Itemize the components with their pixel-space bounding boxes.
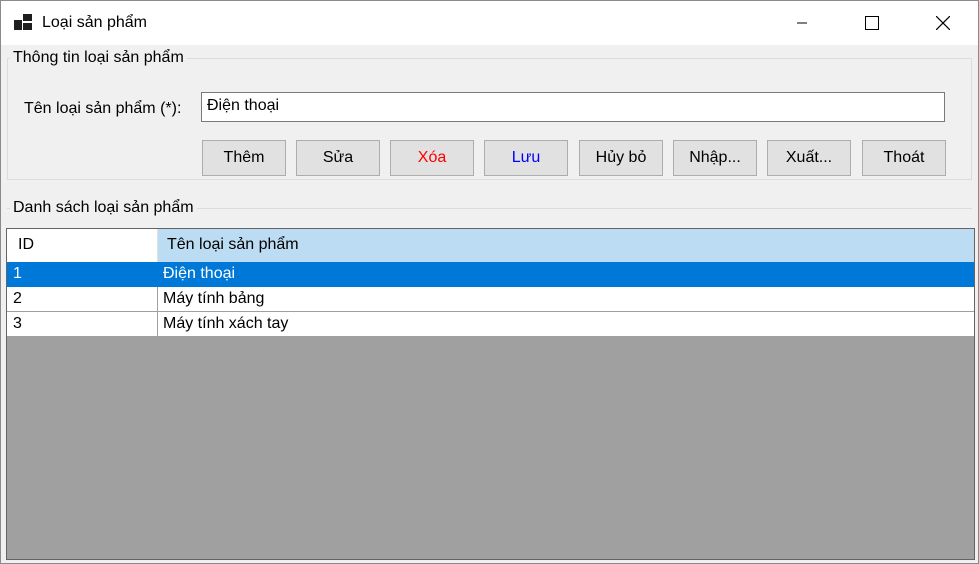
exit-button[interactable]: Thoát xyxy=(862,140,946,176)
column-header-name[interactable]: Tên loại sản phẩm xyxy=(158,229,308,262)
edit-button[interactable]: Sửa xyxy=(296,140,380,176)
cancel-button[interactable]: Hủy bỏ xyxy=(579,140,663,176)
export-button-label: Xuất... xyxy=(785,149,833,166)
close-button[interactable] xyxy=(920,1,966,45)
column-header-id[interactable]: ID xyxy=(7,229,158,262)
info-group-legend: Thông tin loại sản phẩm xyxy=(10,49,187,67)
cell-name[interactable]: Máy tính xách tay xyxy=(158,312,293,336)
import-button[interactable]: Nhập... xyxy=(673,140,757,176)
delete-button[interactable]: Xóa xyxy=(390,140,474,176)
cell-id[interactable]: 3 xyxy=(7,312,158,336)
cell-id[interactable]: 2 xyxy=(7,287,158,311)
save-button-label: Lưu xyxy=(511,149,541,166)
main-window: Loại sản phẩm Thông tin loại sản phẩm Tê… xyxy=(0,0,979,564)
table-row[interactable]: 2 Máy tính bảng xyxy=(7,287,974,312)
save-button[interactable]: Lưu xyxy=(484,140,568,176)
list-group-legend: Danh sách loại sản phẩm xyxy=(10,199,197,217)
cell-name[interactable]: Điện thoại xyxy=(158,262,240,286)
table-row[interactable]: 3 Máy tính xách tay xyxy=(7,312,974,337)
product-type-grid[interactable]: ID Tên loại sản phẩm 1 Điện thoại 2 Máy … xyxy=(6,228,975,560)
exit-button-label: Thoát xyxy=(883,149,925,166)
close-icon xyxy=(936,16,950,30)
window-title: Loại sản phẩm xyxy=(42,14,147,31)
maximize-button[interactable] xyxy=(849,1,895,45)
maximize-icon xyxy=(865,16,879,30)
minimize-button[interactable] xyxy=(779,1,825,45)
cell-name[interactable]: Máy tính bảng xyxy=(158,287,269,311)
cell-id[interactable]: 1 xyxy=(7,262,158,286)
table-row[interactable]: 1 Điện thoại xyxy=(7,262,974,287)
delete-button-label: Xóa xyxy=(417,149,447,166)
app-icon xyxy=(14,14,32,30)
grid-header: ID Tên loại sản phẩm xyxy=(7,229,974,262)
add-button[interactable]: Thêm xyxy=(202,140,286,176)
cancel-button-label: Hủy bỏ xyxy=(595,149,647,166)
add-button-label: Thêm xyxy=(223,149,265,166)
name-input[interactable]: Điện thoại xyxy=(201,92,945,122)
minimize-icon xyxy=(797,22,807,24)
export-button[interactable]: Xuất... xyxy=(767,140,851,176)
title-bar[interactable]: Loại sản phẩm xyxy=(1,1,978,45)
import-button-label: Nhập... xyxy=(689,149,741,166)
edit-button-label: Sửa xyxy=(322,149,354,166)
name-label: Tên loại sản phẩm (*): xyxy=(24,100,182,117)
